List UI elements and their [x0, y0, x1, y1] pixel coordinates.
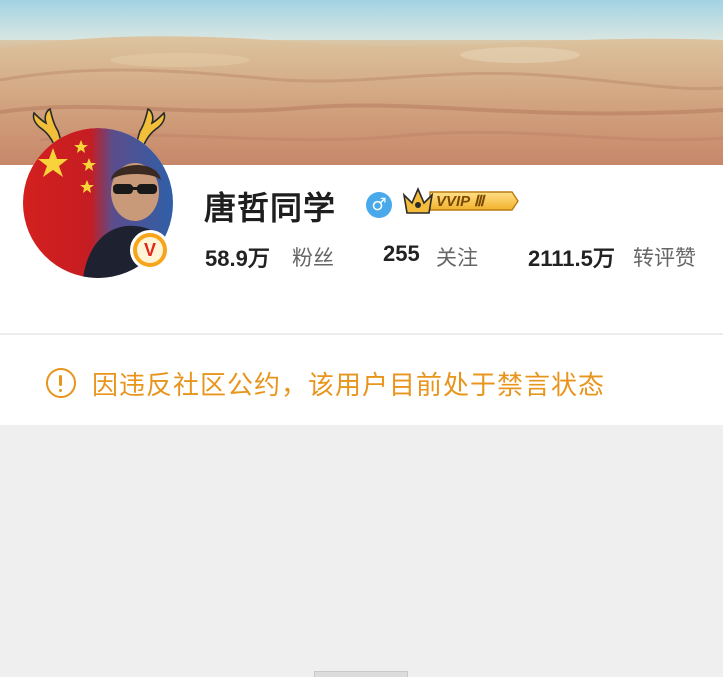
username: 唐哲同学: [204, 189, 337, 227]
vvip-label: VVIP Ⅲ: [436, 193, 485, 210]
gender-symbol: ♂: [371, 195, 387, 215]
profile-stats: 58.9万 粉丝 255 关注 2111.5万 转评赞: [0, 241, 723, 271]
reposts-comments-likes-label[interactable]: 转评赞: [633, 242, 696, 272]
following-count[interactable]: 255: [383, 241, 420, 267]
male-gender-icon: ♂: [366, 192, 392, 218]
bottom-handle[interactable]: [314, 671, 408, 677]
followers-count[interactable]: 58.9万: [205, 241, 270, 273]
followers-label[interactable]: 粉丝: [292, 242, 334, 272]
reposts-comments-likes-count[interactable]: 2111.5万: [528, 241, 615, 273]
following-label[interactable]: 关注: [436, 242, 478, 272]
mute-notice-text: 因违反社区公约，该用户目前处于禁言状态: [92, 371, 606, 401]
alert-circle-icon: [46, 368, 76, 398]
mute-notice: 因违反社区公约，该用户目前处于禁言状态: [0, 335, 723, 425]
